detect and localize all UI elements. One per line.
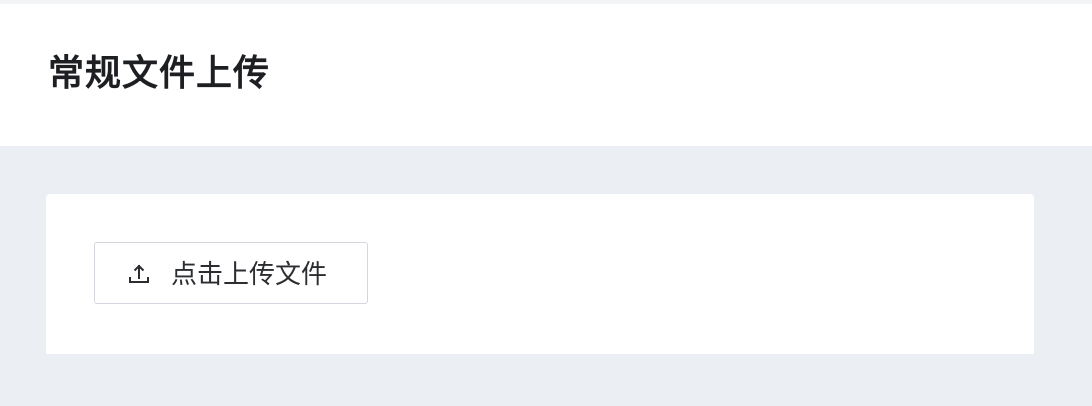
upload-icon [129,264,149,283]
upload-file-button[interactable]: 点击上传文件 [94,242,368,304]
page-header: 常规文件上传 [0,4,1092,146]
page-title: 常规文件上传 [48,53,271,94]
upload-card: 点击上传文件 [46,194,1034,354]
upload-file-label: 点击上传文件 [171,259,328,289]
